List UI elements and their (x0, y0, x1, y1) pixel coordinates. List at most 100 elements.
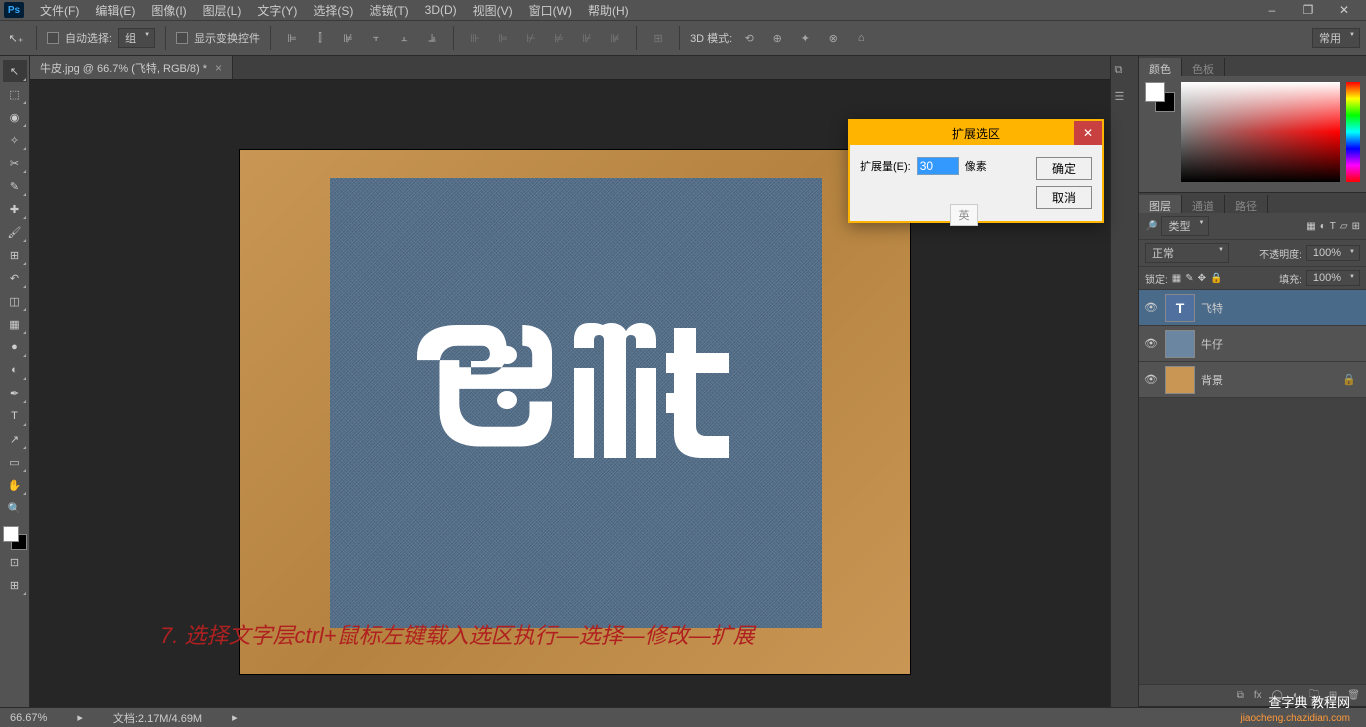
tool-path[interactable]: ↗ (3, 428, 27, 450)
menu-filter[interactable]: 滤镜(T) (361, 2, 416, 19)
visibility-toggle[interactable]: 👁 (1143, 373, 1159, 386)
menu-image[interactable]: 图像(I) (143, 2, 194, 19)
tool-blur[interactable]: ● (3, 336, 27, 358)
filter-pixel-icon[interactable]: ▦ (1306, 221, 1315, 232)
tool-zoom[interactable]: 🔍 (3, 497, 27, 519)
hue-strip[interactable] (1346, 82, 1360, 182)
menu-view[interactable]: 视图(V) (465, 2, 521, 19)
tool-wand[interactable]: ✧ (3, 129, 27, 151)
layer-thumb[interactable] (1165, 366, 1195, 394)
filter-adjust-icon[interactable]: ◐ (1320, 221, 1326, 232)
close-button[interactable]: ✕ (1326, 2, 1362, 18)
tool-marquee[interactable]: ⬚ (3, 83, 27, 105)
tab-channels[interactable]: 通道 (1182, 195, 1225, 213)
color-swatches[interactable] (3, 526, 27, 550)
filter-shape-icon[interactable]: ▱ (1340, 221, 1348, 232)
align-icon[interactable]: ⫡ (421, 27, 443, 49)
visibility-toggle[interactable]: 👁 (1143, 337, 1159, 350)
3d-icon[interactable]: ⌂ (850, 27, 872, 49)
opacity-input[interactable]: 100% (1306, 245, 1360, 261)
tool-dodge[interactable]: ◐ (3, 359, 27, 381)
fill-input[interactable]: 100% (1306, 270, 1360, 286)
tool-quickmask[interactable]: ⊡ (3, 551, 27, 573)
tool-hand[interactable]: ✋ (3, 474, 27, 496)
filter-type-icon[interactable]: T (1330, 221, 1336, 232)
align-icon[interactable]: ⊫ (281, 27, 303, 49)
menu-3d[interactable]: 3D(D) (417, 3, 465, 17)
foreground-swatch[interactable] (3, 526, 19, 542)
align-icon[interactable]: ⫿ (309, 27, 331, 49)
layer-name[interactable]: 背景 (1201, 372, 1223, 388)
tool-lasso[interactable]: ◉ (3, 106, 27, 128)
tool-eraser[interactable]: ◫ (3, 290, 27, 312)
color-field[interactable] (1181, 82, 1340, 182)
tab-color[interactable]: 颜色 (1139, 58, 1182, 76)
menu-layer[interactable]: 图层(L) (195, 2, 250, 19)
tool-heal[interactable]: ✚ (3, 198, 27, 220)
layer-item[interactable]: 👁 T 飞特 (1139, 290, 1366, 326)
lock-transparent-icon[interactable]: ▦ (1172, 273, 1181, 284)
show-transform-checkbox[interactable] (176, 32, 188, 44)
tool-gradient[interactable]: ▦ (3, 313, 27, 335)
ok-button[interactable]: 确定 (1036, 157, 1092, 180)
3d-icon[interactable]: ⊗ (822, 27, 844, 49)
tool-move[interactable]: ↖ (3, 60, 27, 82)
layer-item[interactable]: 👁 背景 🔒 (1139, 362, 1366, 398)
menu-select[interactable]: 选择(S) (305, 2, 361, 19)
blend-mode-dropdown[interactable]: 正常 (1145, 243, 1229, 263)
document-tab[interactable]: 牛皮.jpg @ 66.7% (飞特, RGB/8) * × (30, 56, 233, 79)
fg-mini[interactable] (1145, 82, 1165, 102)
tool-brush[interactable]: 🖌 (3, 221, 27, 243)
layer-item[interactable]: 👁 牛仔 (1139, 326, 1366, 362)
menu-file[interactable]: 文件(F) (32, 2, 87, 19)
tool-screenmode[interactable]: ⊞ (3, 574, 27, 596)
tool-history[interactable]: ↶ (3, 267, 27, 289)
filter-smart-icon[interactable]: ⊞ (1352, 221, 1360, 232)
3d-icon[interactable]: ⊕ (766, 27, 788, 49)
workspace-preset-dropdown[interactable]: 常用 (1312, 28, 1360, 48)
fgbg-mini[interactable] (1145, 82, 1175, 112)
lock-position-icon[interactable]: ✥ (1198, 273, 1206, 284)
layer-name[interactable]: 飞特 (1201, 300, 1223, 316)
cancel-button[interactable]: 取消 (1036, 186, 1092, 209)
move-tool-icon[interactable]: ↖₊ (6, 28, 26, 48)
zoom-readout[interactable]: 66.67% (10, 712, 47, 724)
menu-help[interactable]: 帮助(H) (580, 2, 637, 19)
filter-type-dropdown[interactable]: 类型 (1161, 216, 1209, 236)
tab-swatches[interactable]: 色板 (1182, 58, 1225, 76)
align-icon[interactable]: ⫟ (365, 27, 387, 49)
3d-icon[interactable]: ✦ (794, 27, 816, 49)
minimize-button[interactable]: – (1254, 2, 1290, 18)
layer-thumb[interactable] (1165, 330, 1195, 358)
menu-type[interactable]: 文字(Y) (249, 2, 305, 19)
align-icon[interactable]: ⊯ (337, 27, 359, 49)
lock-all-icon[interactable]: 🔒 (1210, 273, 1222, 284)
canvas[interactable]: 7. 选择文字层ctrl+鼠标左键载入选区执行—选择—修改—扩展 (240, 150, 910, 674)
tool-type[interactable]: T (3, 405, 27, 427)
tool-pen[interactable]: ✒ (3, 382, 27, 404)
history-panel-icon[interactable]: ⧉ (1115, 64, 1135, 84)
dialog-close-button[interactable]: ✕ (1074, 121, 1102, 145)
search-icon[interactable]: 🔎 (1145, 221, 1157, 232)
auto-select-dropdown[interactable]: 组 (118, 28, 155, 48)
auto-select-checkbox[interactable] (47, 32, 59, 44)
layer-name[interactable]: 牛仔 (1201, 336, 1223, 352)
expand-by-input[interactable] (917, 157, 959, 175)
layer-thumb-type[interactable]: T (1165, 294, 1195, 322)
tool-eyedropper[interactable]: ✎ (3, 175, 27, 197)
menu-edit[interactable]: 编辑(E) (87, 2, 143, 19)
lock-pixels-icon[interactable]: ✎ (1185, 273, 1193, 284)
doc-size-readout[interactable]: 文档:2.17M/4.69M (113, 710, 202, 726)
3d-icon[interactable]: ⟲ (738, 27, 760, 49)
menu-window[interactable]: 窗口(W) (521, 2, 580, 19)
align-icon[interactable]: ⫠ (393, 27, 415, 49)
dialog-titlebar[interactable]: 扩展选区 ✕ (850, 121, 1102, 145)
properties-panel-icon[interactable]: ☰ (1115, 90, 1135, 110)
tab-close-icon[interactable]: × (215, 61, 222, 75)
tab-layers[interactable]: 图层 (1139, 195, 1182, 213)
tool-crop[interactable]: ✂ (3, 152, 27, 174)
maximize-button[interactable]: ❐ (1290, 2, 1326, 18)
ime-indicator[interactable]: 英 (950, 204, 978, 226)
visibility-toggle[interactable]: 👁 (1143, 301, 1159, 314)
tool-shape[interactable]: ▭ (3, 451, 27, 473)
